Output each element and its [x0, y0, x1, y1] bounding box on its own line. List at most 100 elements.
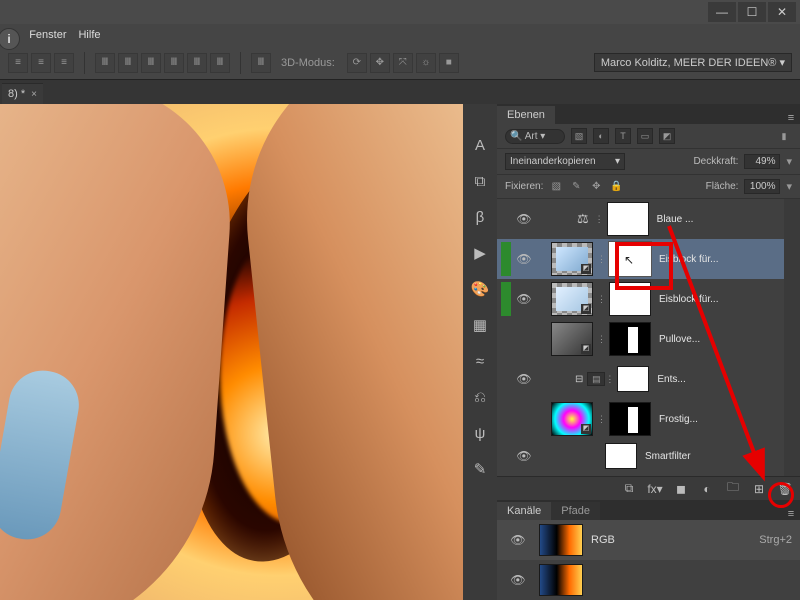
- link-icon: ⋮: [597, 414, 605, 425]
- channel-thumb[interactable]: [539, 564, 583, 596]
- visibility-toggle-icon[interactable]: 👁: [511, 372, 537, 386]
- layers-list[interactable]: 👁 ⚖ ⋮ Blaue ... 👁 ◩ ⋮ ↖ Eisblock für...: [497, 199, 784, 476]
- window-close-button[interactable]: ✕: [768, 2, 796, 22]
- layer-thumb[interactable]: ◩: [551, 322, 593, 356]
- window-minimize-button[interactable]: —: [708, 2, 736, 22]
- layer-row-ents[interactable]: 👁 ⊟ ▤ ⋮ Ents...: [497, 359, 784, 399]
- adjustments-panel-icon[interactable]: ≈: [469, 350, 491, 372]
- menu-item-hilfe[interactable]: Hilfe: [78, 29, 100, 41]
- document-tab[interactable]: 8) * ×: [2, 83, 43, 104]
- opacity-input[interactable]: 49%: [744, 154, 780, 169]
- layer-row-eisblock-1[interactable]: 👁 ◩ ⋮ ↖ Eisblock für...: [497, 239, 784, 279]
- layer-thumb[interactable]: ◩: [551, 242, 593, 276]
- layer-row-blaue[interactable]: 👁 ⚖ ⋮ Blaue ...: [497, 199, 784, 239]
- layer-name-label[interactable]: Eisblock für...: [659, 294, 780, 305]
- layer-mask-thumb[interactable]: [609, 322, 651, 356]
- menu-item-fenster[interactable]: Fenster: [29, 29, 66, 41]
- visibility-toggle-icon[interactable]: 👁: [511, 292, 537, 306]
- channel-row[interactable]: 👁: [497, 560, 800, 600]
- lock-paint-icon[interactable]: ✎: [569, 180, 583, 194]
- lock-label: Fixieren:: [505, 181, 543, 192]
- layer-row-eisblock-2[interactable]: 👁 ◩ ⋮ Eisblock für...: [497, 279, 784, 319]
- new-layer-icon[interactable]: ⊞: [752, 482, 766, 496]
- filter-toggle-icon[interactable]: ▮: [776, 128, 792, 144]
- distribute-icon[interactable]: Ⅲ: [141, 53, 161, 73]
- distribute-icon[interactable]: Ⅲ: [95, 53, 115, 73]
- layer-name-label[interactable]: Ents...: [657, 374, 780, 385]
- align-icon[interactable]: ≡: [31, 53, 51, 73]
- visibility-toggle-icon[interactable]: 👁: [505, 573, 531, 587]
- 3d-camera-icon[interactable]: ■: [439, 53, 459, 73]
- layer-search-input[interactable]: 🔍 Art ▾: [505, 129, 565, 144]
- distribute-icon[interactable]: Ⅲ: [118, 53, 138, 73]
- fill-input[interactable]: 100%: [744, 179, 780, 194]
- layer-name-label[interactable]: Frostig...: [659, 414, 780, 425]
- 3d-light-icon[interactable]: ☼: [416, 53, 436, 73]
- blend-mode-select[interactable]: Ineinanderkopieren▾: [505, 153, 625, 170]
- layer-name-label[interactable]: Eisblock für...: [659, 254, 780, 265]
- layers-scrollbar[interactable]: [784, 199, 800, 476]
- tool-presets-panel-icon[interactable]: ✎: [469, 458, 491, 480]
- history-panel-icon[interactable]: ⎌: [469, 386, 491, 408]
- layer-mask-thumb[interactable]: [609, 402, 651, 436]
- paragraph-panel-icon[interactable]: ⧉: [469, 170, 491, 192]
- tab-kanaele[interactable]: Kanäle: [497, 502, 551, 520]
- styles-panel-icon[interactable]: β: [469, 206, 491, 228]
- lock-transparency-icon[interactable]: ▧: [549, 180, 563, 194]
- layer-color-strip: [501, 242, 511, 276]
- close-icon[interactable]: ×: [31, 89, 37, 100]
- swatches-panel-icon[interactable]: ▦: [469, 314, 491, 336]
- layer-thumb[interactable]: ◩: [551, 282, 593, 316]
- layer-thumb[interactable]: ◩: [551, 402, 593, 436]
- channel-row-rgb[interactable]: 👁 RGB Strg+2: [497, 520, 800, 560]
- layer-name-label[interactable]: Pullove...: [659, 334, 780, 345]
- 3d-pan-icon[interactable]: ✥: [370, 53, 390, 73]
- layer-row-frostig[interactable]: ◩ ⋮ Frostig...: [497, 399, 784, 439]
- color-panel-icon[interactable]: 🎨: [469, 278, 491, 300]
- workspace-user-combo[interactable]: Marco Kolditz, MEER DER IDEEN® ▾: [594, 53, 792, 72]
- smartfilter-row[interactable]: 👁 Smartfilter: [497, 439, 784, 473]
- 3d-move-icon[interactable]: ⤧: [393, 53, 413, 73]
- 3d-orbit-icon[interactable]: ⟳: [347, 53, 367, 73]
- distribute-icon[interactable]: Ⅲ: [251, 53, 271, 73]
- link-layers-icon[interactable]: ⧉: [622, 482, 636, 496]
- distribute-icon[interactable]: Ⅲ: [210, 53, 230, 73]
- add-mask-icon[interactable]: ◼: [674, 482, 688, 496]
- visibility-toggle-icon[interactable]: 👁: [511, 449, 537, 463]
- distribute-icon[interactable]: Ⅲ: [187, 53, 207, 73]
- new-adjustment-icon[interactable]: ◐: [700, 482, 714, 496]
- smartfilter-mask-thumb[interactable]: [605, 443, 637, 469]
- tab-pfade[interactable]: Pfade: [551, 502, 600, 520]
- panel-menu-icon[interactable]: ≡: [782, 112, 800, 124]
- layer-row-pullover[interactable]: ◩ ⋮ Pullove...: [497, 319, 784, 359]
- actions-panel-icon[interactable]: ▶: [469, 242, 491, 264]
- visibility-toggle-icon[interactable]: 👁: [505, 533, 531, 547]
- lock-position-icon[interactable]: ✥: [589, 180, 603, 194]
- new-group-icon[interactable]: 🗀: [726, 482, 740, 496]
- layer-mask-thumb[interactable]: ↖: [609, 242, 651, 276]
- layer-name-label[interactable]: Blaue ...: [657, 214, 780, 225]
- layer-mask-thumb[interactable]: [609, 282, 651, 316]
- filter-adjust-icon[interactable]: ◐: [593, 128, 609, 144]
- window-maximize-button[interactable]: ☐: [738, 2, 766, 22]
- visibility-toggle-icon[interactable]: 👁: [511, 212, 537, 226]
- distribute-icon[interactable]: Ⅲ: [164, 53, 184, 73]
- layer-mask-thumb[interactable]: [607, 202, 649, 236]
- brush-panel-icon[interactable]: ψ: [469, 422, 491, 444]
- character-panel-icon[interactable]: A: [469, 134, 491, 156]
- filter-shape-icon[interactable]: ▭: [637, 128, 653, 144]
- document-canvas[interactable]: [0, 104, 463, 600]
- visibility-toggle-icon[interactable]: 👁: [511, 252, 537, 266]
- panel-menu-icon[interactable]: ≡: [782, 508, 800, 520]
- tab-ebenen[interactable]: Ebenen: [497, 106, 555, 124]
- align-icon[interactable]: ≡: [8, 53, 28, 73]
- document-tab-bar: 8) * ×: [0, 80, 800, 104]
- align-icon[interactable]: ≡: [54, 53, 74, 73]
- filter-type-icon[interactable]: T: [615, 128, 631, 144]
- layer-mask-thumb[interactable]: [617, 366, 649, 392]
- filter-smart-icon[interactable]: ◩: [659, 128, 675, 144]
- filter-pixel-icon[interactable]: ▧: [571, 128, 587, 144]
- lock-all-icon[interactable]: 🔒: [609, 180, 623, 194]
- layer-effects-icon[interactable]: fx▾: [648, 482, 662, 496]
- channel-thumb[interactable]: [539, 524, 583, 556]
